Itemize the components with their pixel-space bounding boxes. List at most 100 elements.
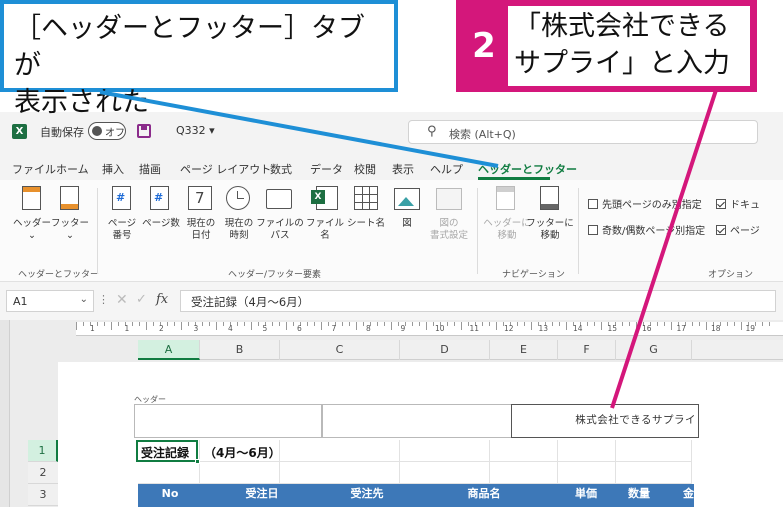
tab-file[interactable]: ファイル <box>12 161 56 177</box>
cell-a1[interactable]: 受注記録 <box>136 440 200 464</box>
page-count-button[interactable]: ページ数 <box>140 218 182 230</box>
grid-cell[interactable] <box>558 440 616 462</box>
enter-icon[interactable]: ✓ <box>136 292 147 307</box>
header-button[interactable]: ヘッダー ⌄ <box>12 218 52 242</box>
grid-cell[interactable] <box>280 440 400 462</box>
tab-header-footer[interactable]: ヘッダーとフッター <box>478 161 577 177</box>
folder-icon <box>266 189 292 209</box>
ruler-tick <box>629 322 630 326</box>
cancel-icon[interactable]: ✕ <box>116 292 128 308</box>
grid-cell[interactable] <box>200 462 280 484</box>
table-header-quantity[interactable]: 数量 <box>616 484 662 504</box>
column-header-e[interactable]: E <box>490 340 558 360</box>
table-header-customer[interactable]: 受注先 <box>322 484 412 504</box>
tab-draw[interactable]: 描画 <box>139 161 161 177</box>
column-header-g[interactable]: G <box>616 340 692 360</box>
grid-cell[interactable] <box>616 462 692 484</box>
table-header-product[interactable]: 商品名 <box>412 484 556 504</box>
grid-cell[interactable] <box>490 440 558 462</box>
grid-cell[interactable] <box>138 462 200 484</box>
table-header-unit-price[interactable]: 単価 <box>556 484 616 504</box>
ruler-tick <box>692 322 693 326</box>
table-header-amount[interactable]: 金額 <box>662 484 726 504</box>
autosave-label: 自動保存 <box>40 126 84 139</box>
name-box[interactable]: A1 ⌄ <box>6 290 94 312</box>
tab-review[interactable]: 校閲 <box>354 161 376 177</box>
column-header-d[interactable]: D <box>400 340 490 360</box>
ruler-number: 17 <box>676 324 687 333</box>
row-header-3[interactable]: 3 <box>28 484 58 506</box>
save-icon[interactable] <box>137 124 151 138</box>
cell-a1-text: 受注記録 <box>141 446 190 460</box>
chevron-down-icon: ⌄ <box>28 230 36 241</box>
grid-cell[interactable] <box>400 440 490 462</box>
page-number-button[interactable]: ページ 番号 <box>102 218 142 242</box>
tab-insert[interactable]: 挿入 <box>102 161 124 177</box>
ruler-tick <box>566 322 567 330</box>
row-header-2[interactable]: 2 <box>28 462 58 484</box>
goto-footer-button[interactable]: フッターに 移動 <box>526 218 574 242</box>
grid-cell[interactable] <box>400 462 490 484</box>
current-date-button[interactable]: 現在の 日付 <box>180 218 222 242</box>
header-right-section[interactable]: 株式会社できるサプライ <box>511 404 699 438</box>
header-button-label: ヘッダー <box>12 218 51 229</box>
formula-input[interactable]: 受注記録（4月～6月） <box>180 290 776 312</box>
tab-help[interactable]: ヘルプ <box>430 161 463 177</box>
tab-page-layout[interactable]: ページ レイアウト <box>180 161 271 177</box>
footer-button[interactable]: フッター ⌄ <box>50 218 90 242</box>
insert-function-icon[interactable]: fx <box>156 292 168 307</box>
fill-handle[interactable] <box>195 459 200 464</box>
table-header-no[interactable]: No <box>138 484 202 504</box>
ruler-number: 12 <box>504 324 514 333</box>
row-header-1[interactable]: 1 <box>28 440 58 462</box>
sheet-name-button[interactable]: シート名 <box>345 218 387 230</box>
ruler-tick <box>734 322 735 326</box>
grid-cell[interactable] <box>558 462 616 484</box>
scale-label: ドキュ <box>730 200 760 211</box>
header-left-section[interactable] <box>134 404 322 438</box>
grid-cell[interactable] <box>280 462 400 484</box>
ruler-tick <box>223 322 224 326</box>
excel-window: X 自動保存 オフ Q332 ▾ ⚲ 検索 (Alt+Q) ファイル ホーム 挿… <box>0 112 783 507</box>
search-input[interactable]: ⚲ 検索 (Alt+Q) <box>408 120 758 144</box>
ruler-tick <box>559 322 560 326</box>
group-label-navigation: ナビゲーション <box>502 270 565 280</box>
tab-data[interactable]: データ <box>310 161 343 177</box>
odd-even-checkbox[interactable]: 奇数/偶数ページ別指定 <box>588 222 705 237</box>
ruler-number: 1 <box>124 324 130 333</box>
tab-formulas[interactable]: 数式 <box>270 161 292 177</box>
autosave-toggle[interactable]: オフ <box>88 122 126 140</box>
ruler-tick <box>363 322 364 326</box>
ruler-tick <box>489 322 490 326</box>
scale-with-document-checkbox[interactable]: ドキュ <box>716 196 760 211</box>
picture-button[interactable]: 図 <box>392 218 422 230</box>
format-picture-button[interactable]: 図の 書式設定 <box>424 218 474 242</box>
callout-step-2: 2 「株式会社できる サプライ」と入力 <box>456 0 757 92</box>
ruler-tick <box>307 322 308 326</box>
chevron-down-icon: ⌄ <box>79 294 88 305</box>
grid-cell[interactable] <box>616 440 692 462</box>
file-path-button[interactable]: ファイルの パス <box>256 218 304 242</box>
ruler-tick <box>398 322 399 326</box>
cell-b1[interactable]: （4月～6月） <box>204 444 281 461</box>
file-name-button[interactable]: ファイル名 <box>302 218 348 242</box>
ruler-tick <box>769 322 770 326</box>
column-header-a[interactable]: A <box>138 340 200 360</box>
first-page-checkbox[interactable]: 先頭ページのみ別指定 <box>588 196 702 211</box>
column-header-b[interactable]: B <box>200 340 280 360</box>
column-header-c[interactable]: C <box>280 340 400 360</box>
column-header-f[interactable]: F <box>558 340 616 360</box>
tab-home[interactable]: ホーム <box>56 161 89 177</box>
header-center-section[interactable] <box>322 404 512 438</box>
ruler-tick <box>83 322 84 326</box>
align-margins-checkbox[interactable]: ページ <box>716 222 760 237</box>
vertical-ruler-strip <box>0 320 10 507</box>
tab-view[interactable]: 表示 <box>392 161 414 177</box>
odd-even-label: 奇数/偶数ページ別指定 <box>602 226 706 237</box>
grid-cell[interactable] <box>490 462 558 484</box>
ruler-tick <box>419 322 420 326</box>
goto-header-button[interactable]: ヘッダーに 移動 <box>482 218 532 242</box>
table-header-order-date[interactable]: 受注日 <box>202 484 322 504</box>
file-name[interactable]: Q332 ▾ <box>176 124 215 137</box>
current-time-button[interactable]: 現在の 時刻 <box>218 218 260 242</box>
